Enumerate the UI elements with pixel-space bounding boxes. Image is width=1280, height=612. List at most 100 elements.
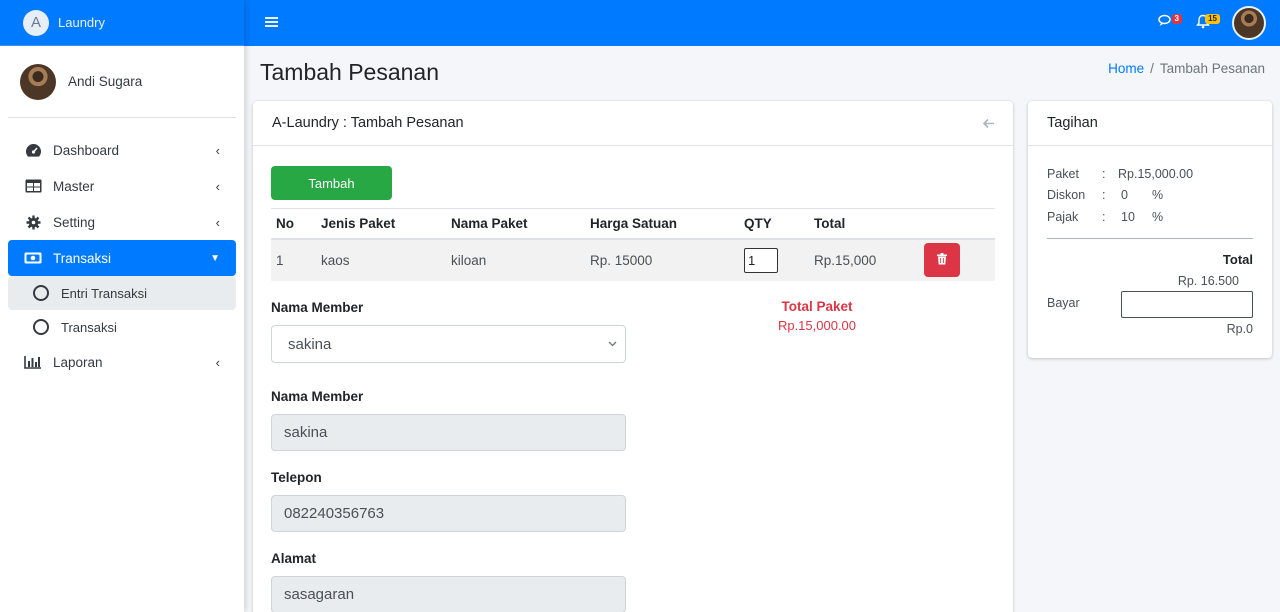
column-header: Nama Paket (446, 208, 585, 240)
user-name[interactable]: Andi Sugara (68, 74, 142, 89)
cell-no: 1 (271, 238, 316, 281)
messages-badge: 3 (1171, 14, 1182, 24)
bill-total-value: Rp. 16.500 (1177, 274, 1239, 288)
gear-icon (24, 214, 42, 230)
card-title: A-Laundry : Tambah Pesanan (272, 115, 464, 131)
sidebar-item-label: Transaksi (53, 250, 112, 266)
sidebar-item-laporan[interactable]: Laporan ‹ (8, 344, 236, 380)
delete-button[interactable] (924, 243, 960, 277)
card-header: A-Laundry : Tambah Pesanan (253, 101, 1013, 146)
qty-input[interactable]: 1 (744, 247, 778, 273)
sidebar-item-label: Setting (53, 214, 96, 230)
column-header: No (271, 208, 316, 240)
cell-harga-satuan: Rp. 15000 (585, 238, 739, 281)
breadcrumb-home-link[interactable]: Home (1108, 61, 1144, 76)
bill-diskon-value: 0 (1121, 188, 1128, 202)
brand-name: Laundry (58, 15, 105, 30)
cell-jenis-paket: kaos (316, 238, 446, 281)
cell-total: Rp.15,000 (809, 238, 919, 281)
bill-bayar-label: Bayar (1047, 296, 1080, 310)
sidebar-subitem-entri-transaksi[interactable]: Entri Transaksi (8, 276, 236, 310)
member-select-value: sakina (288, 335, 332, 353)
breadcrumb-separator: / (1150, 61, 1154, 76)
sidebar-item-master[interactable]: Master ‹ (8, 168, 236, 204)
bill-paket-value: Rp.15,000.00 (1118, 167, 1194, 181)
bill-diskon-label: Diskon (1047, 188, 1086, 202)
bill-colon: : (1102, 188, 1106, 202)
money-bill-icon (24, 250, 42, 266)
breadcrumb-current: Tambah Pesanan (1159, 61, 1265, 76)
bill-paket-label: Paket (1047, 167, 1079, 181)
cell-actions (919, 238, 995, 281)
column-header-actions (919, 208, 995, 240)
sidebar-item-label: Dashboard (53, 142, 120, 158)
total-paket-value: Rp.15,000.00 (777, 318, 857, 333)
hamburger-menu-icon[interactable] (265, 15, 278, 33)
sidebar-item-label: Entri Transaksi (61, 285, 147, 301)
sidebar-item-transaksi[interactable]: Transaksi ▼ (8, 240, 236, 276)
user-panel: Andi Sugara (8, 46, 236, 118)
alamat-field: sasagaran (271, 576, 626, 612)
column-header: QTY (739, 208, 809, 240)
column-header: Jenis Paket (316, 208, 446, 240)
bill-diskon-unit: % (1152, 188, 1164, 202)
circle-icon (33, 319, 49, 335)
sidebar-nav: Dashboard ‹ Master ‹ Setting ‹ Transaksi… (0, 132, 244, 380)
table-header-row: No Jenis Paket Nama Paket Harga Satuan Q… (271, 208, 995, 240)
member-select[interactable]: sakina (271, 325, 626, 363)
sidebar-item-label: Transaksi (61, 319, 117, 335)
table-icon (24, 178, 42, 194)
order-items-table: No Jenis Paket Nama Paket Harga Satuan Q… (271, 208, 995, 281)
sidebar-subitem-transaksi[interactable]: Transaksi (8, 310, 236, 344)
messages-button[interactable]: 3 (1158, 14, 1182, 32)
bayar-input[interactable] (1121, 291, 1253, 318)
brand-logo: A (23, 9, 49, 36)
chevron-left-icon: ‹ (215, 178, 220, 194)
notifications-badge: 15 (1205, 13, 1220, 24)
bill-colon: : (1102, 167, 1106, 181)
topbar-right: 3 15 (1158, 0, 1266, 46)
bill-row-pajak: Pajak : 10 % (1047, 210, 1163, 224)
bill-row-paket: Paket : Rp.15,000.00 (1047, 167, 1193, 181)
member-name-field: sakina (271, 414, 626, 451)
total-paket-label: Total Paket (781, 299, 853, 314)
sidebar-item-dashboard[interactable]: Dashboard ‹ (8, 132, 236, 168)
back-arrow-icon[interactable] (982, 116, 995, 132)
bill-card: Tagihan Paket : Rp.15,000.00 Diskon : 0 … (1028, 101, 1272, 358)
sidebar: A Laundry Andi Sugara Dashboard ‹ Master… (0, 0, 244, 612)
bill-divider (1047, 238, 1253, 239)
circle-icon (33, 285, 49, 301)
chevron-down-icon (608, 339, 617, 350)
tachometer-icon (24, 142, 42, 158)
bill-card-header: Tagihan (1028, 101, 1272, 146)
user-avatar[interactable] (1232, 6, 1266, 40)
chevron-down-icon: ▼ (210, 252, 220, 264)
chart-bar-icon (24, 354, 42, 370)
bill-colon: : (1102, 210, 1106, 224)
bill-pajak-value: 10 (1121, 210, 1135, 224)
chevron-left-icon: ‹ (215, 142, 220, 158)
order-form-card: A-Laundry : Tambah Pesanan Tambah No Jen… (253, 101, 1013, 612)
bill-title: Tagihan (1047, 115, 1098, 131)
sidebar-item-label: Laporan (53, 354, 103, 370)
table-row: 1 kaos kiloan Rp. 15000 1 Rp.15,000 (271, 238, 995, 281)
alamat-label: Alamat (271, 551, 317, 566)
chevron-left-icon: ‹ (215, 214, 220, 230)
bill-kembalian-value: Rp.0 (1226, 322, 1253, 336)
cell-nama-paket: kiloan (446, 238, 585, 281)
telepon-field: 082240356763 (271, 495, 626, 532)
topbar: 3 15 (244, 0, 1280, 46)
trash-icon (937, 252, 947, 268)
bill-row-diskon: Diskon : 0 % (1047, 188, 1163, 202)
add-item-button[interactable]: Tambah (271, 166, 392, 200)
column-header: Harga Satuan (585, 208, 739, 240)
telepon-label: Telepon (271, 470, 322, 485)
breadcrumb: Home / Tambah Pesanan (1108, 61, 1265, 76)
brand-link[interactable]: A Laundry (0, 0, 244, 46)
notifications-button[interactable]: 15 (1196, 13, 1220, 33)
chevron-left-icon: ‹ (215, 354, 220, 370)
member-name-label: Nama Member (271, 389, 364, 404)
page-title: Tambah Pesanan (260, 59, 440, 85)
column-header: Total (809, 208, 919, 240)
sidebar-item-setting[interactable]: Setting ‹ (8, 204, 236, 240)
